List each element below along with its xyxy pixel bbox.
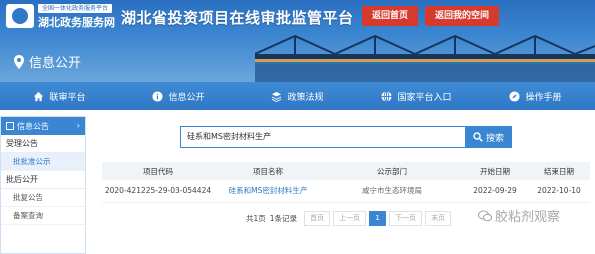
cell-start-date: 2022-09-29 — [462, 180, 528, 203]
nav-item-label: 操作手册 — [525, 92, 562, 103]
sidebar-item-acceptance[interactable]: 受理公告 — [1, 135, 85, 153]
watermark: 胶粘剂观察 — [478, 206, 560, 225]
col-header-end: 结束日期 — [528, 162, 590, 180]
table-row[interactable]: 2020-421225-29-03-054424 硅系和MS密封材料生产 咸宁市… — [102, 180, 590, 203]
main-nav: 联审平台 信息公开 政策法规 国家平台入口 操作手册 — [0, 82, 595, 110]
col-header-dept: 公示部门 — [322, 162, 462, 180]
search-input[interactable]: 硅系和MS密封材料生产 — [180, 126, 465, 148]
header-banner: 全国一体化政务服务平台 湖北政务服务网 湖北省投资项目在线审批监管平台 返回首页… — [0, 0, 595, 82]
first-page-button[interactable]: 首页 — [304, 210, 331, 226]
cell-dept: 咸宁市生态环境局 — [322, 180, 462, 203]
col-header-code: 项目代码 — [102, 162, 214, 180]
list-icon — [6, 122, 14, 130]
current-page-button[interactable]: 1 — [369, 210, 387, 226]
search-icon — [473, 132, 483, 142]
pager-total-pages: 共1页 — [246, 213, 266, 223]
nav-item-label: 信息公开 — [168, 92, 205, 103]
next-page-button[interactable]: 下一页 — [389, 210, 423, 226]
nav-item-info-public[interactable]: 信息公开 — [119, 82, 238, 110]
page-label: 信息公开 — [14, 52, 81, 71]
bridge-skyline-image — [255, 34, 595, 82]
sidebar-item-post-approval[interactable]: 批后公开 — [1, 171, 85, 189]
chevron-right-icon: › — [76, 121, 80, 130]
cell-end-date: 2022-10-10 — [528, 180, 590, 203]
my-space-button[interactable]: 返回我的空间 — [425, 6, 499, 26]
info-icon — [152, 90, 164, 102]
sidebar-item-reply-notice[interactable]: 批复公告 — [1, 189, 85, 207]
layers-icon — [272, 91, 282, 102]
pagination: 共1页 1条记录 首页 上一页 1 下一页 末页 — [246, 210, 452, 226]
search-button[interactable]: 搜索 — [465, 126, 512, 148]
sidebar-header[interactable]: 信息公告 › — [1, 117, 85, 135]
nav-item-review-platform[interactable]: 联审平台 — [0, 82, 119, 110]
home-icon — [34, 91, 44, 101]
sidebar-item-filing-query[interactable]: 备案查询 — [1, 207, 85, 225]
compass-icon — [509, 90, 521, 102]
location-pin-icon — [14, 54, 24, 69]
sidebar-item-approval-notice[interactable]: 批批准公示 — [1, 153, 85, 171]
col-header-name: 项目名称 — [214, 162, 322, 180]
col-header-start: 开始日期 — [462, 162, 528, 180]
watermark-text: 胶粘剂观察 — [495, 210, 561, 225]
nav-item-label: 国家平台入口 — [397, 92, 452, 103]
search-button-label: 搜索 — [485, 133, 504, 144]
page-label-text: 信息公开 — [29, 56, 82, 71]
table-header-row: 项目代码 项目名称 公示部门 开始日期 结束日期 — [102, 162, 590, 180]
sidebar: 信息公告 › 受理公告 批批准公示 批后公开 批复公告 备案查询 — [0, 116, 86, 254]
wechat-icon — [478, 209, 492, 221]
last-page-button[interactable]: 末页 — [425, 210, 452, 226]
cell-project-name-link[interactable]: 硅系和MS密封材料生产 — [214, 180, 322, 203]
gov-logo-icon[interactable] — [6, 4, 34, 28]
prev-page-button[interactable]: 上一页 — [333, 210, 367, 226]
nav-item-policy[interactable]: 政策法规 — [238, 82, 357, 110]
nav-item-national-platform[interactable]: 国家平台入口 — [357, 82, 476, 110]
sidebar-header-label: 信息公告 — [17, 121, 49, 131]
gov-name[interactable]: 湖北政务服务网 — [38, 14, 115, 30]
nav-item-label: 政策法规 — [287, 92, 324, 103]
pager-total-records: 1条记录 — [269, 213, 298, 223]
gov-tagline: 全国一体化政务服务平台 — [38, 4, 112, 13]
home-button[interactable]: 返回首页 — [362, 6, 418, 26]
globe-icon — [381, 90, 393, 102]
nav-item-label: 联审平台 — [49, 92, 86, 103]
site-title: 湖北省投资项目在线审批监管平台 — [121, 9, 354, 27]
cell-project-code: 2020-421225-29-03-054424 — [102, 180, 214, 203]
results-table: 项目代码 项目名称 公示部门 开始日期 结束日期 2020-421225-29-… — [102, 162, 590, 203]
nav-item-manual[interactable]: 操作手册 — [476, 82, 595, 110]
